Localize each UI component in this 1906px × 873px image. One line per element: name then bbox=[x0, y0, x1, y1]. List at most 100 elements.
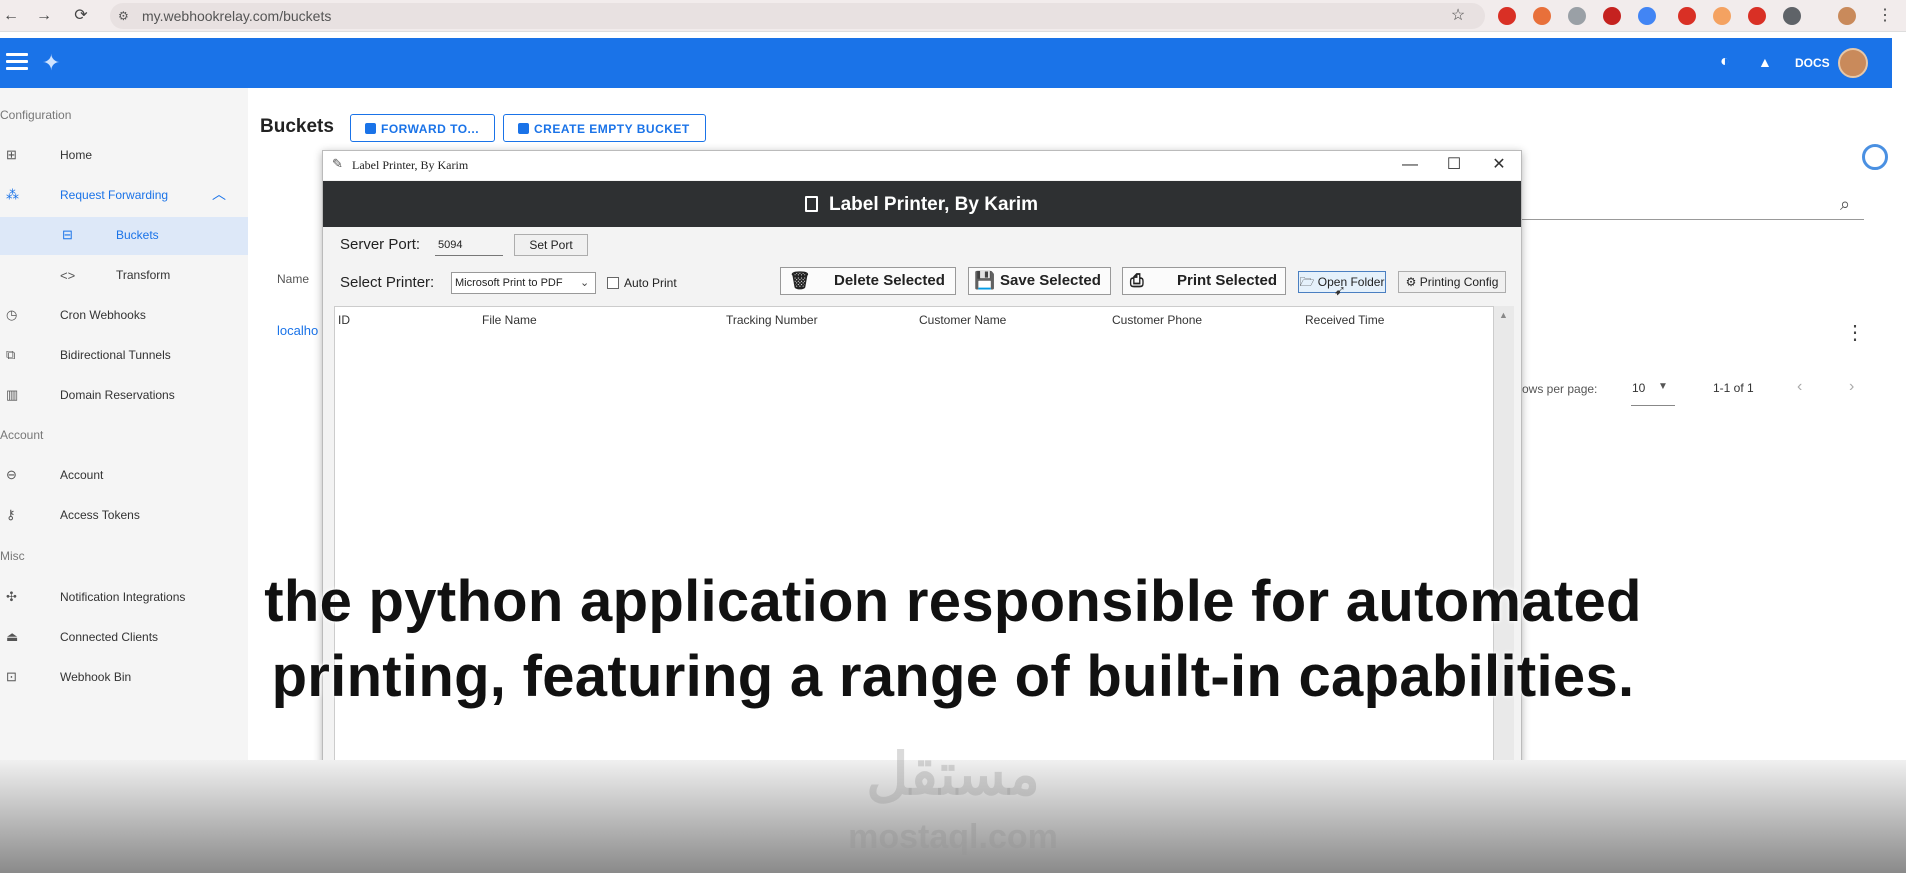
sidebar-section-misc: Misc bbox=[0, 549, 25, 563]
sidebar-item-cron-webhooks[interactable]: Cron Webhooks bbox=[60, 308, 146, 322]
auto-print-checkbox[interactable] bbox=[607, 277, 619, 289]
forward-icon[interactable]: → bbox=[33, 5, 55, 27]
mouse-cursor-icon: ➹ bbox=[1334, 282, 1346, 298]
printing-config-button[interactable]: ⚙ Printing Config bbox=[1398, 271, 1506, 293]
sidebar-item-transform[interactable]: Transform bbox=[116, 268, 170, 282]
extension-icon[interactable] bbox=[1568, 7, 1586, 25]
page-title: Buckets bbox=[260, 116, 334, 137]
select-printer-label: Select Printer: bbox=[340, 274, 435, 291]
extension-icon[interactable] bbox=[1713, 7, 1731, 25]
docs-cap-icon: ▲ bbox=[1758, 54, 1772, 70]
reload-icon[interactable]: ⟳ bbox=[70, 5, 92, 27]
save-selected-button[interactable]: 💾 Save Selected bbox=[968, 267, 1111, 295]
maximize-icon[interactable]: ☐ bbox=[1434, 151, 1474, 179]
delete-selected-button[interactable]: 🗑 Delete Selected bbox=[780, 267, 956, 295]
column-header-received-time[interactable]: Received Time bbox=[1305, 313, 1384, 327]
app-header-title: Label Printer, By Karim bbox=[829, 194, 1039, 215]
document-icon bbox=[805, 196, 818, 212]
trash-icon: 🗑 bbox=[789, 271, 811, 290]
chevron-down-icon[interactable]: ⌄ bbox=[580, 276, 589, 289]
sidebar-item-request-forwarding[interactable]: Request Forwarding bbox=[60, 188, 168, 202]
extension-icon[interactable] bbox=[1748, 7, 1766, 25]
minimize-icon[interactable]: — bbox=[1390, 151, 1430, 179]
domain-icon: ▥ bbox=[6, 387, 19, 402]
site-info-icon[interactable]: ⚙ bbox=[118, 9, 129, 23]
printer-icon: ⎙ bbox=[1130, 271, 1144, 290]
theme-toggle-icon[interactable]: ◐ bbox=[1720, 53, 1730, 71]
forwarding-icon: ⁂ bbox=[6, 187, 19, 202]
app-bar bbox=[0, 38, 1892, 88]
browser-menu-icon[interactable]: ⋮ bbox=[1874, 5, 1896, 27]
account-icon: ⊖ bbox=[6, 467, 17, 482]
key-icon: ⚷ bbox=[6, 507, 16, 522]
search-icon[interactable]: ⌕ bbox=[1840, 194, 1850, 215]
sidebar-section-configuration: Configuration bbox=[0, 108, 72, 122]
extension-icon[interactable] bbox=[1533, 7, 1551, 25]
timer-icon: ◷ bbox=[6, 307, 18, 322]
column-header-customer-phone[interactable]: Customer Phone bbox=[1112, 313, 1202, 327]
sidebar-section-account: Account bbox=[0, 428, 44, 442]
folder-icon: 🗁 bbox=[1299, 275, 1315, 289]
dashboard-icon: ⊞ bbox=[6, 147, 17, 162]
feather-app-icon: ✎ bbox=[332, 156, 343, 171]
save-disk-icon: 💾 bbox=[974, 271, 996, 290]
tunnel-icon: ⧉ bbox=[6, 347, 16, 362]
chevron-up-icon[interactable]: ︿ bbox=[212, 184, 226, 204]
rows-per-page-label: ows per page: bbox=[1522, 382, 1598, 396]
prev-page-icon[interactable]: ‹ bbox=[1797, 378, 1802, 396]
extension-icon[interactable] bbox=[1678, 7, 1696, 25]
forward-to-button[interactable]: FORWARD TO... bbox=[350, 114, 495, 142]
caption-line-2: printing, featuring a range of built-in … bbox=[271, 644, 1635, 709]
dropdown-arrow-icon[interactable]: ▼ bbox=[1658, 381, 1668, 392]
column-header-tracking-number[interactable]: Tracking Number bbox=[726, 313, 818, 327]
column-header-file-name[interactable]: File Name bbox=[482, 313, 537, 327]
rows-per-page-select[interactable]: 10 bbox=[1632, 381, 1645, 395]
sidebar-item-domain-reservations[interactable]: Domain Reservations bbox=[60, 388, 175, 402]
extension-icon[interactable] bbox=[1638, 7, 1656, 25]
bucket-icon: ⊟ bbox=[62, 227, 73, 242]
close-icon[interactable]: ✕ bbox=[1479, 151, 1519, 179]
pagination-range: 1-1 of 1 bbox=[1713, 381, 1754, 395]
print-selected-button[interactable]: ⎙ Print Selected bbox=[1122, 267, 1286, 295]
window-title: Label Printer, By Karim bbox=[352, 158, 469, 172]
gear-icon: ⚙ bbox=[1405, 275, 1417, 289]
window-titlebar[interactable] bbox=[323, 151, 1521, 180]
avatar[interactable] bbox=[1838, 48, 1868, 78]
watermark-latin: mostaql.com bbox=[848, 818, 1058, 856]
scroll-up-icon[interactable]: ▲ bbox=[1499, 310, 1508, 320]
back-icon[interactable]: ← bbox=[0, 5, 22, 27]
extension-icon[interactable] bbox=[1498, 7, 1516, 25]
bucket-row-name[interactable]: localho bbox=[277, 323, 318, 338]
printer-select[interactable]: Microsoft Print to PDF bbox=[451, 272, 596, 294]
profile-avatar-icon[interactable] bbox=[1838, 7, 1856, 25]
hamburger-menu-icon[interactable] bbox=[6, 53, 28, 71]
server-port-input[interactable]: 5094 bbox=[435, 235, 503, 256]
next-page-icon[interactable]: › bbox=[1849, 378, 1854, 396]
bookmark-star-icon[interactable]: ☆ bbox=[1447, 5, 1469, 27]
watermark-arabic: مستقل bbox=[866, 742, 1040, 807]
forward-icon bbox=[365, 123, 376, 134]
auto-print-label: Auto Print bbox=[624, 276, 677, 290]
add-icon bbox=[518, 123, 529, 134]
extension-icon[interactable] bbox=[1603, 7, 1621, 25]
create-empty-bucket-button[interactable]: CREATE EMPTY BUCKET bbox=[503, 114, 706, 142]
select-underline bbox=[1631, 405, 1675, 406]
sidebar-item-account[interactable]: Account bbox=[60, 468, 103, 482]
column-header-customer-name[interactable]: Customer Name bbox=[919, 313, 1006, 327]
column-header-id[interactable]: ID bbox=[338, 313, 350, 327]
caption-line-1: the python application responsible for a… bbox=[264, 569, 1642, 634]
puzzle-extensions-icon[interactable] bbox=[1783, 7, 1801, 25]
server-port-label: Server Port: bbox=[340, 236, 421, 253]
search-underline bbox=[1522, 219, 1864, 220]
set-port-button[interactable]: Set Port bbox=[514, 234, 588, 256]
help-swirl-icon[interactable] bbox=[1862, 144, 1888, 170]
sidebar-item-buckets[interactable]: Buckets bbox=[116, 228, 159, 242]
webhookrelay-logo-icon[interactable]: ✦ bbox=[42, 50, 60, 76]
sidebar-item-home[interactable]: Home bbox=[60, 148, 92, 162]
row-more-icon[interactable]: ⋮ bbox=[1845, 320, 1865, 345]
code-icon: <> bbox=[60, 268, 76, 283]
docs-link[interactable]: DOCS bbox=[1795, 56, 1830, 70]
sidebar-item-access-tokens[interactable]: Access Tokens bbox=[60, 508, 140, 522]
sidebar-item-bidirectional-tunnels[interactable]: Bidirectional Tunnels bbox=[60, 348, 171, 362]
url-text: my.webhookrelay.com/buckets bbox=[142, 8, 332, 24]
